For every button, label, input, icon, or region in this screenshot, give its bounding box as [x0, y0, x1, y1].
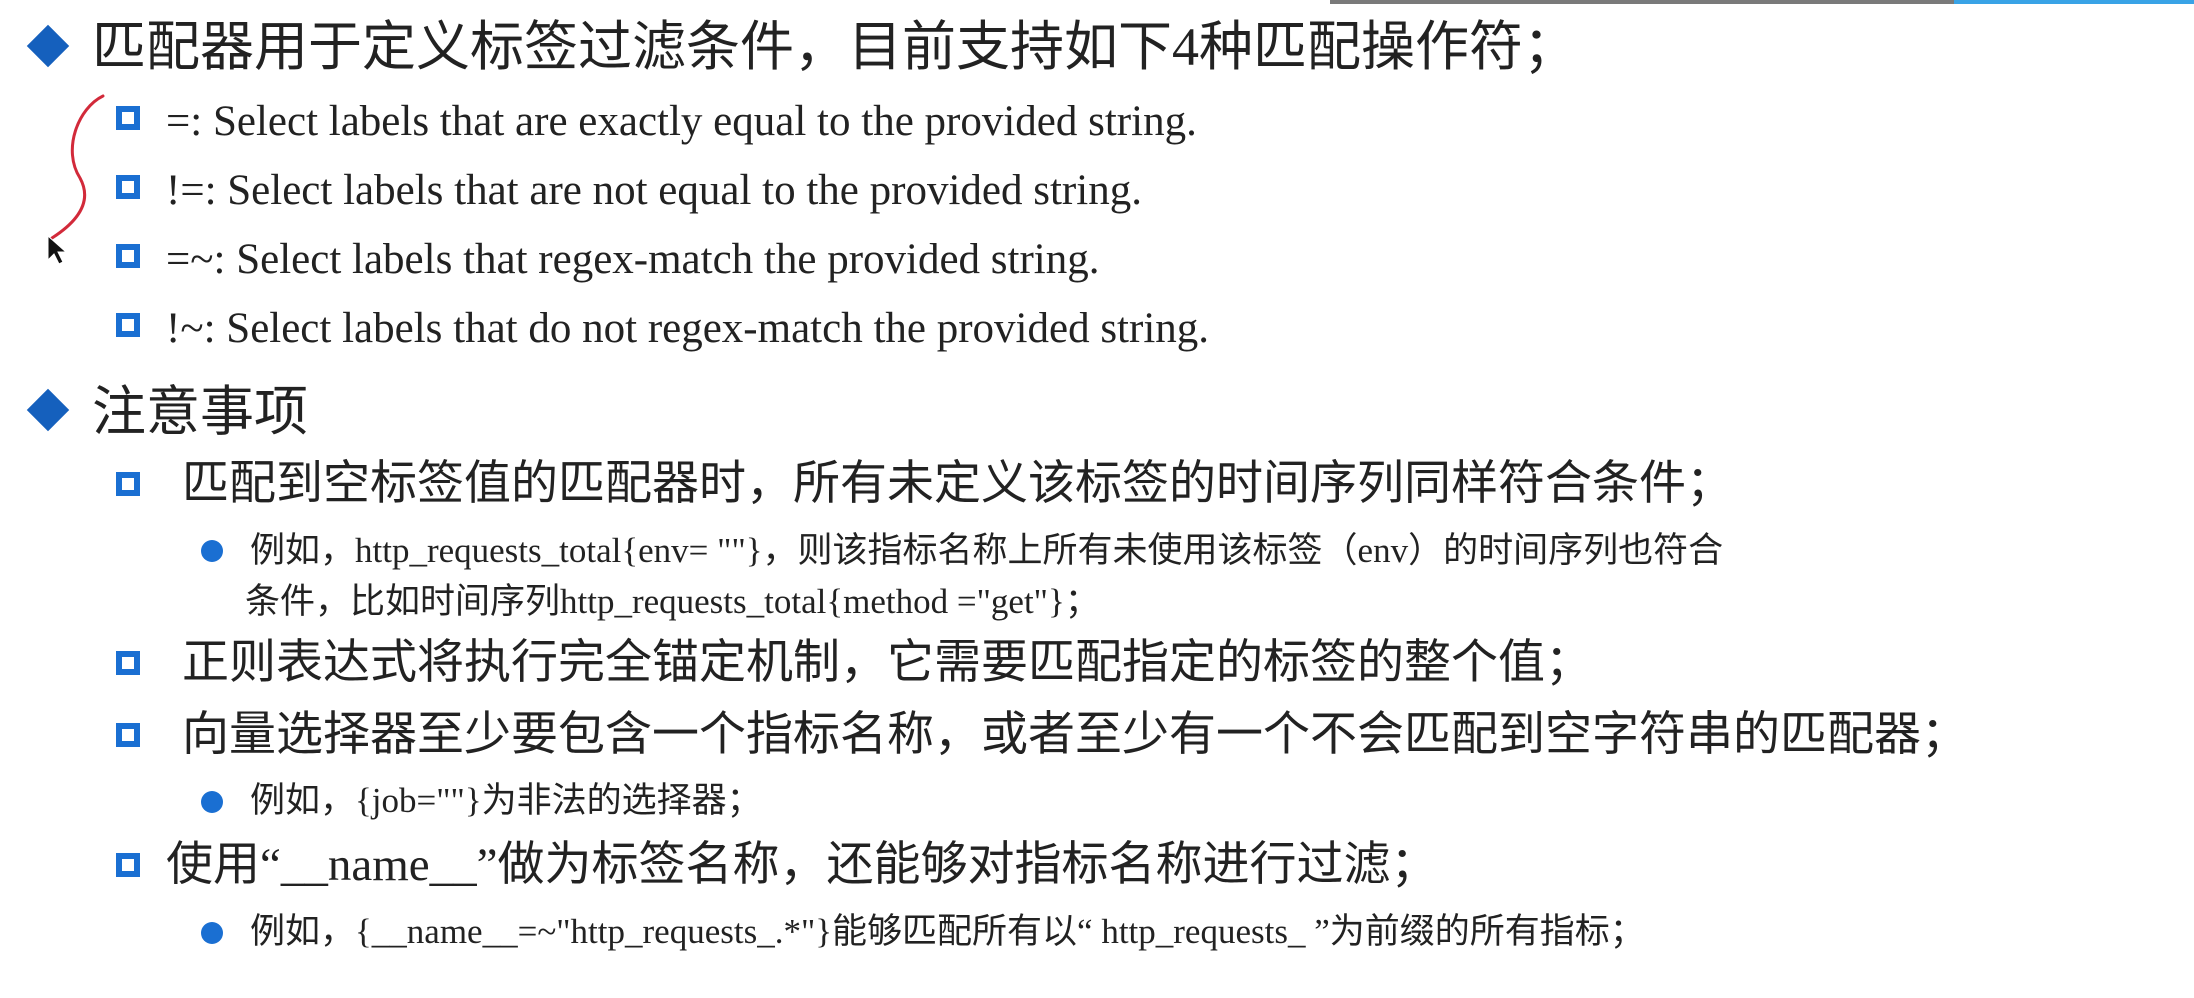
square-bullet-icon	[116, 244, 140, 268]
note-item: 匹配到空标签值的匹配器时，所有未定义该标签的时间序列同样符合条件；	[182, 458, 1733, 510]
top-progress-bar-blue	[1954, 0, 2194, 4]
square-bullet-icon	[116, 723, 140, 747]
square-bullet-icon	[116, 651, 140, 675]
section-heading: 匹配器用于定义标签过滤条件，目前支持如下4种匹配操作符；	[92, 17, 1577, 77]
note-example: 例如，{__name__=~"http_requests_.*"}能够匹配所有以…	[250, 912, 1645, 951]
note-example: 例如，{job=""}为非法的选择器；	[250, 781, 762, 820]
circle-bullet-icon	[201, 540, 223, 562]
square-bullet-icon	[116, 853, 140, 877]
section-heading: 注意事项	[92, 382, 308, 442]
note-item: 向量选择器至少要包含一个指标名称，或者至少有一个不会匹配到空字符串的匹配器；	[182, 709, 1968, 761]
circle-bullet-icon	[201, 922, 223, 944]
circle-bullet-icon	[201, 791, 223, 813]
note-item: 正则表达式将执行完全锚定机制，它需要匹配指定的标签的整个值；	[182, 637, 1592, 689]
diamond-bullet-icon	[26, 24, 70, 68]
note-example: 条件，比如时间序列http_requests_total{method ="ge…	[245, 582, 1100, 621]
operator-item: !~: Select labels that do not regex-matc…	[166, 305, 1210, 352]
square-bullet-icon	[116, 472, 140, 496]
note-example: 例如，http_requests_total{env= ""}，则该指标名称上所…	[250, 531, 1724, 570]
square-bullet-icon	[116, 106, 140, 130]
operator-item: =~: Select labels that regex-match the p…	[166, 236, 1100, 283]
operator-item: =: Select labels that are exactly equal …	[166, 98, 1197, 145]
mouse-cursor-icon	[47, 234, 68, 265]
square-bullet-icon	[116, 175, 140, 199]
red-annotation-curve	[50, 94, 105, 240]
square-bullet-icon	[116, 313, 140, 337]
operator-item: !=: Select labels that are not equal to …	[166, 167, 1142, 214]
note-item: 使用“__name__”做为标签名称，还能够对指标名称进行过滤；	[166, 839, 1438, 891]
top-progress-bar-gray	[1330, 0, 1954, 4]
diamond-bullet-icon	[26, 388, 70, 432]
